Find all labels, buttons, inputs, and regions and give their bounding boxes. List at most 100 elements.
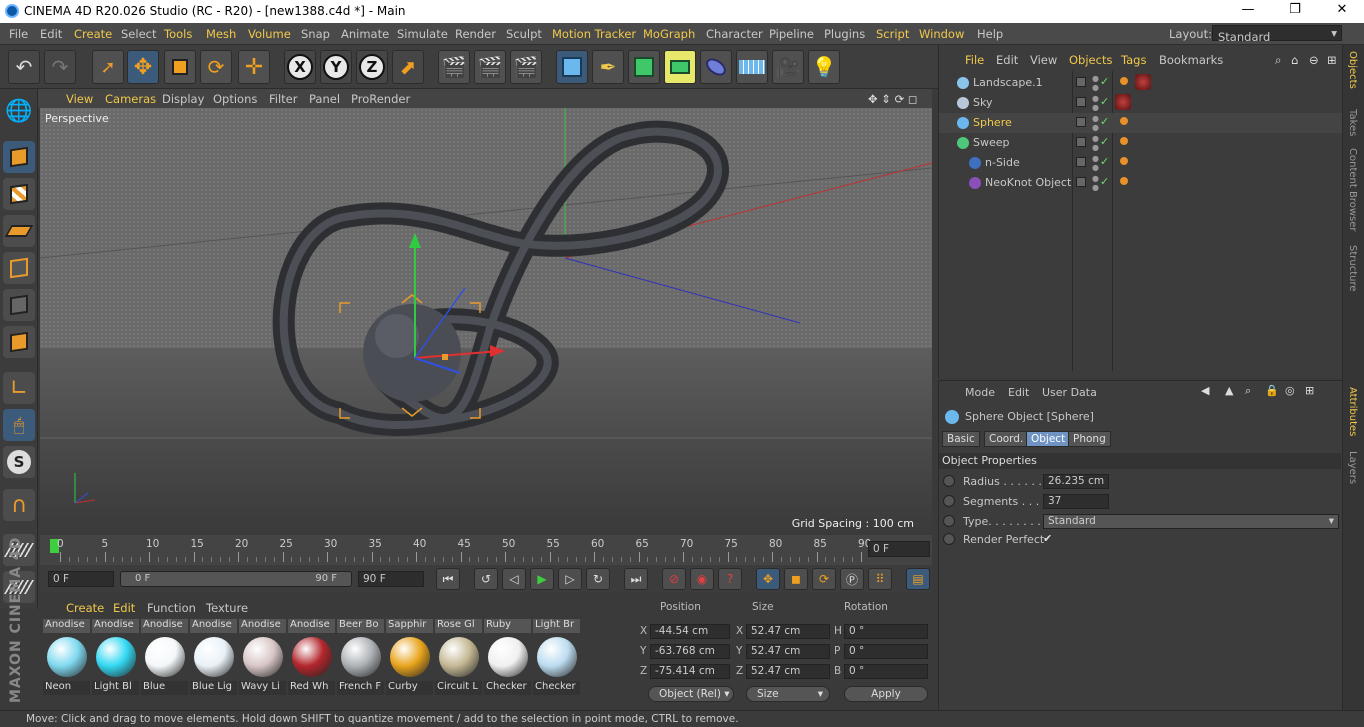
side-tab-content-browser[interactable]: Content Browser [1347,148,1358,231]
new-window-icon[interactable]: ⊞ [1327,53,1337,67]
subdivision-button[interactable] [628,50,660,84]
objects-menu-view[interactable]: View [1030,53,1057,67]
side-tab-takes[interactable]: Takes [1347,109,1358,136]
timeline-ruler[interactable]: 0 5 10 15 20 25 30 35 40 45 50 55 60 65 70 75 80 85 90 0 F [40,535,932,565]
visibility-dots-icon[interactable]: ● ● [1092,174,1099,192]
attributes-menu-edit[interactable]: Edit [1008,386,1029,399]
material-tag-icon[interactable] [1115,94,1131,110]
rotate-tool-button[interactable]: ⟳ [200,50,232,84]
side-tab-layers[interactable]: Layers [1347,451,1358,484]
cube-object-button[interactable] [556,50,588,84]
render-perfect-checkbox[interactable]: ✔ [1043,532,1052,545]
tag-icon[interactable] [1120,177,1128,185]
material-menu-create[interactable]: Create [66,601,104,615]
type-animate-toggle[interactable] [943,515,955,527]
menu-render[interactable]: Render [455,27,496,41]
segments-animate-toggle[interactable] [943,495,955,507]
magnet-button[interactable]: ∩ [3,489,35,521]
menu-mesh[interactable]: Mesh [206,27,236,41]
layer-swatch[interactable] [1076,157,1086,167]
tag-icon[interactable] [1120,77,1128,85]
new-window-icon[interactable]: ⊞ [1305,384,1314,397]
tab-phong[interactable]: Phong [1068,431,1111,447]
object-row[interactable]: n-Side ● ● ✓ [939,153,1343,173]
viewport-menu-prorender[interactable]: ProRender [351,92,410,106]
tag-icon[interactable] [1120,117,1128,125]
array-button[interactable] [664,50,696,84]
autokey-button[interactable]: ◉ [690,568,714,590]
previous-key-button[interactable]: ↺ [474,568,498,590]
record-rotation-button[interactable]: ⟳ [812,568,836,590]
position-field[interactable]: -75.414 cm [650,664,730,679]
current-frame-field[interactable]: 0 F [868,541,930,557]
z-axis-button[interactable]: Z [356,50,388,84]
enabled-check-icon[interactable]: ✓ [1100,75,1109,88]
model-mode-button[interactable] [3,141,35,173]
viewport-menu-panel[interactable]: Panel [309,92,340,106]
up-arrow-icon[interactable]: ▲ [1225,384,1233,397]
material-swatch[interactable]: Anodise Red Wh [288,619,336,695]
scale-tool-button[interactable] [164,50,196,84]
record-scale-button[interactable]: ◼ [784,568,808,590]
record-position-button[interactable]: ✥ [756,568,780,590]
visibility-dots-icon[interactable]: ● ● [1092,114,1099,132]
menu-mograph[interactable]: MoGraph [643,27,695,41]
recent-tools-button[interactable]: ✛ [238,50,270,84]
material-swatch[interactable]: Rose Gl Circuit L [435,619,483,695]
visibility-dots-icon[interactable]: ● ● [1092,154,1099,172]
size-field[interactable]: 52.47 cm [746,644,830,659]
radius-animate-toggle[interactable] [943,475,955,487]
menu-pipeline[interactable]: Pipeline [769,27,814,41]
y-axis-button[interactable]: Y [320,50,352,84]
record-active-button[interactable]: ⊘ [662,568,686,590]
menu-snap[interactable]: Snap [301,27,330,41]
visibility-dots-icon[interactable]: ● ● [1092,134,1099,152]
tab-basic[interactable]: Basic [942,431,980,447]
render-perfect-animate-toggle[interactable] [943,533,955,545]
visibility-dots-icon[interactable]: ● ● [1092,74,1099,92]
material-swatch[interactable]: Anodise Neon [43,619,91,695]
enabled-check-icon[interactable]: ✓ [1100,95,1109,108]
undo-button[interactable]: ↶ [8,50,40,84]
enabled-check-icon[interactable]: ✓ [1100,115,1109,128]
menu-simulate[interactable]: Simulate [397,27,448,41]
rotation-field[interactable]: 0 ° [844,664,928,679]
object-row[interactable]: Sphere ● ● ✓ [939,113,1343,133]
material-menu-edit[interactable]: Edit [113,601,135,615]
menu-edit[interactable]: Edit [40,27,62,41]
material-swatch[interactable]: Sapphir Curby [386,619,434,695]
edges-mode-button[interactable] [3,289,35,321]
viewport-navigation-icons[interactable]: ✥ ⇕ ⟳ ◻ [868,92,917,106]
rotation-field[interactable]: 0 ° [844,624,928,639]
viewport-menu-view[interactable]: View [66,92,93,106]
menu-character[interactable]: Character [706,27,763,41]
material-swatch[interactable]: Beer Bo French F [337,619,385,695]
render-view-button[interactable]: 🎬 [438,50,470,84]
previous-frame-button[interactable]: ◁ [502,568,526,590]
live-selection-button[interactable]: ➚ [92,50,124,84]
object-row[interactable]: Sweep ● ● ✓ [939,133,1343,153]
record-pla-button[interactable]: ⠿ [868,568,892,590]
type-dropdown[interactable]: Standard ▾ [1043,514,1339,529]
go-to-end-button[interactable]: ⏭ [624,568,648,590]
close-button[interactable]: ✕ [1322,2,1362,17]
keyframe-selection-button[interactable]: ? [718,568,742,590]
menu-motion-tracker[interactable]: Motion Tracker [552,27,636,41]
start-frame-field[interactable]: 0 F [48,571,114,587]
objects-menu-bookmarks[interactable]: Bookmarks [1159,53,1223,67]
visibility-dots-icon[interactable]: ● ● [1092,94,1099,112]
points-mode-button[interactable] [3,252,35,284]
axis-mode-button[interactable]: ∟ [3,372,35,404]
objects-menu-objects[interactable]: Objects [1069,53,1112,67]
viewport-menu-options[interactable]: Options [213,92,257,106]
redo-button[interactable]: ↷ [44,50,76,84]
render-picture-viewer-button[interactable]: 🎬 [474,50,506,84]
layout-select[interactable]: Standard ▾ [1212,25,1342,44]
material-swatch[interactable]: Anodise Wavy Li [239,619,287,695]
deformer-button[interactable] [700,50,732,84]
move-tool-button[interactable]: ✥ [127,50,159,84]
radius-field[interactable]: 26.235 cm [1043,474,1109,489]
tweak-mode-button[interactable]: 🖱 [3,409,35,441]
enabled-check-icon[interactable]: ✓ [1100,175,1109,188]
make-editable-button[interactable]: 🌐 [3,95,35,127]
